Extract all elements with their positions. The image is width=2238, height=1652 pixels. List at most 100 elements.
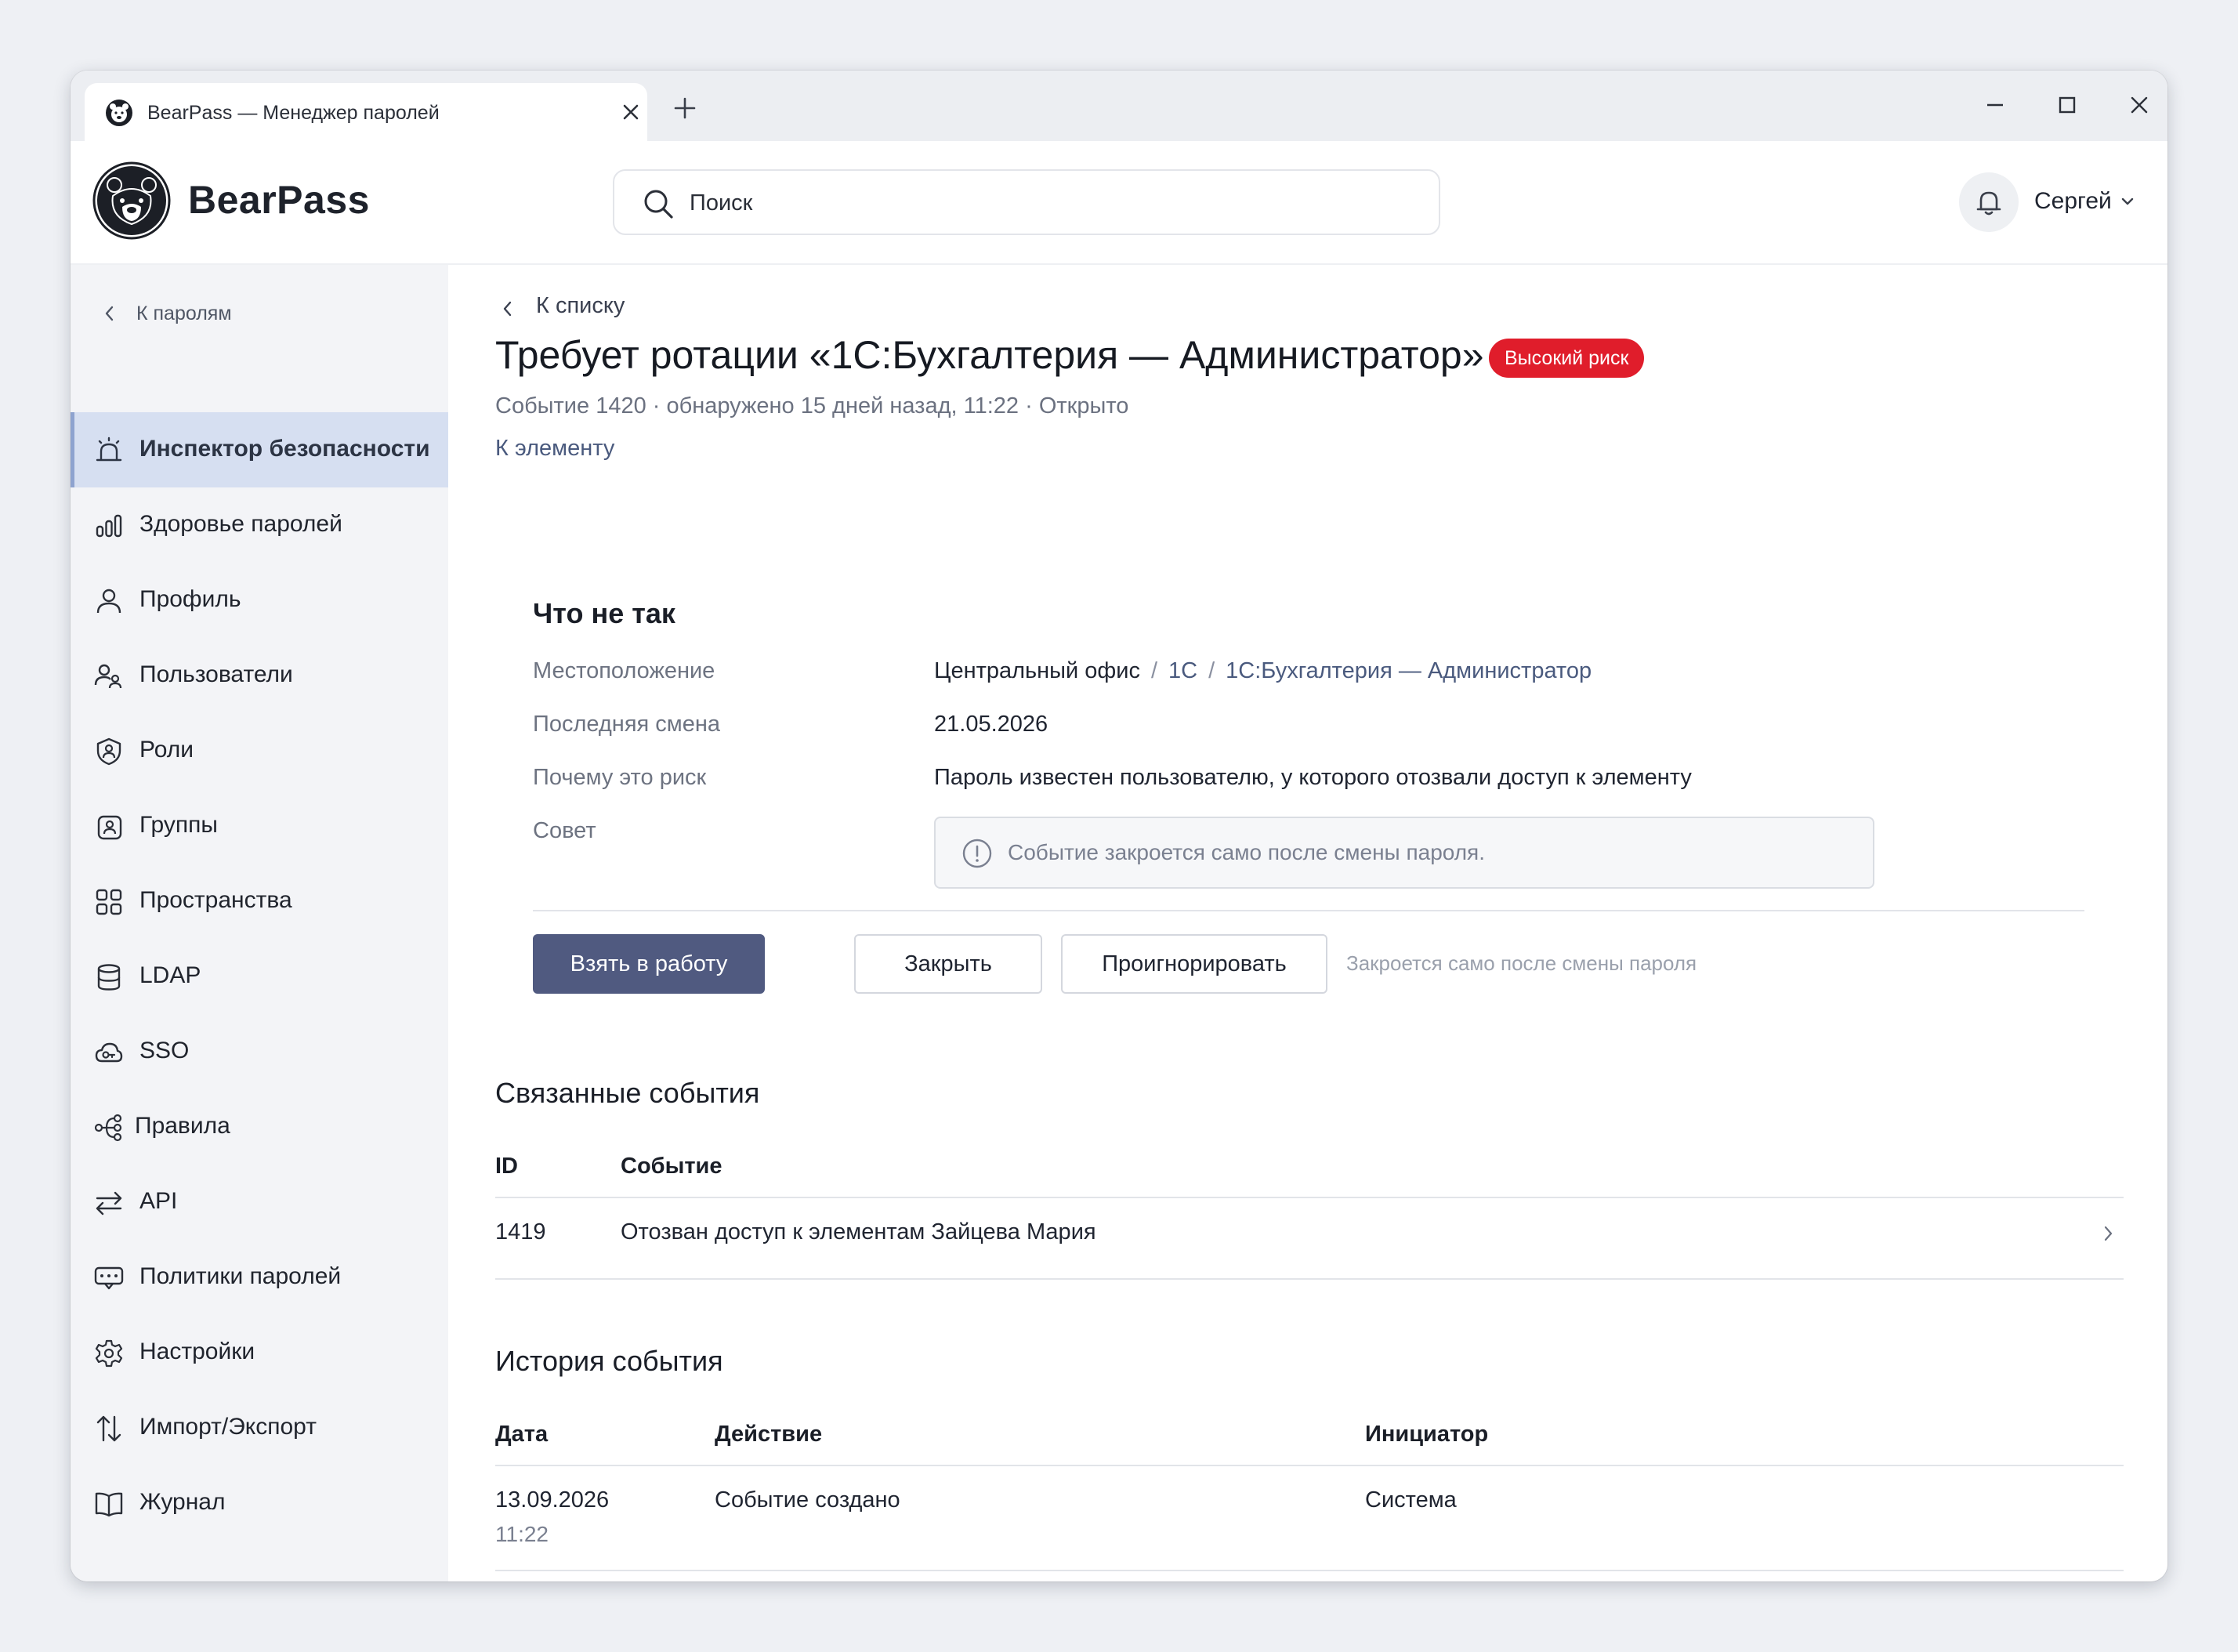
related-event-id: 1419 xyxy=(495,1219,546,1244)
page-title: Требует ротации «1С:Бухгалтерия — Админи… xyxy=(495,333,1484,377)
close-button[interactable]: Закрыть xyxy=(854,934,1042,994)
sidebar-item-journal[interactable]: Журнал xyxy=(71,1465,448,1541)
advice-text: Событие закроется само после смены парол… xyxy=(1008,840,1485,864)
minimize-icon[interactable] xyxy=(1972,82,2019,129)
sidebar-item-settings[interactable]: Настройки xyxy=(71,1315,448,1390)
event-history-heading: История события xyxy=(495,1345,723,1377)
sidebar-item-label: Здоровье паролей xyxy=(139,511,342,537)
new-tab-icon[interactable] xyxy=(671,94,699,122)
brand-name: BearPass xyxy=(188,178,370,222)
sidebar-item-spaces[interactable]: Пространства xyxy=(71,864,448,939)
table-header-divider xyxy=(495,1465,2124,1466)
issue-heading: Что не так xyxy=(533,597,675,629)
last-change-value: 21.05.2026 xyxy=(934,712,1048,737)
import-export-icon xyxy=(96,1415,121,1442)
group-icon xyxy=(97,815,122,840)
column-header-id: ID xyxy=(495,1154,518,1179)
why-risk-label: Почему это риск xyxy=(533,765,707,790)
sidebar-item-label: Пространства xyxy=(139,887,292,913)
maximize-icon[interactable] xyxy=(2044,82,2091,129)
notifications-button[interactable] xyxy=(1959,172,2019,232)
history-time: 11:22 xyxy=(495,1522,549,1546)
advice-label: Совет xyxy=(533,818,596,843)
sidebar-item-label: API xyxy=(139,1188,178,1214)
alarm-icon xyxy=(96,437,122,462)
sidebar-item-rules[interactable]: Правила xyxy=(71,1089,448,1165)
sidebar-item-api[interactable]: API xyxy=(71,1165,448,1240)
sidebar-item-roles[interactable]: Роли xyxy=(71,713,448,788)
sidebar-item-label: Роли xyxy=(139,737,194,763)
column-header-event: Событие xyxy=(621,1154,722,1179)
to-element-link[interactable]: К элементу xyxy=(495,436,614,462)
auto-close-hint: Закроется само после смены пароля xyxy=(1346,951,1697,975)
sidebar-item-label: Пользователи xyxy=(139,661,293,687)
sidebar-item-label: Настройки xyxy=(139,1339,255,1364)
bar-chart-icon xyxy=(96,514,122,538)
related-events-heading: Связанные события xyxy=(495,1077,760,1109)
search-icon xyxy=(644,190,673,219)
column-header-initiator: Инициатор xyxy=(1365,1422,1489,1447)
sidebar-item-import-export[interactable]: Импорт/Экспорт xyxy=(71,1390,448,1465)
sidebar-item-profile[interactable]: Профиль xyxy=(71,563,448,638)
chevron-left-icon xyxy=(503,301,512,317)
location-label: Местоположение xyxy=(533,658,715,683)
table-header-divider xyxy=(495,1197,2124,1198)
advice-box: Событие закроется само после смены парол… xyxy=(934,817,1874,889)
password-policy-icon xyxy=(94,1266,124,1290)
sidebar-item-password-policies[interactable]: Политики паролей xyxy=(71,1240,448,1315)
bear-logo-icon xyxy=(106,100,132,126)
search-box[interactable] xyxy=(613,169,1440,235)
ignore-button[interactable]: Проигнорировать xyxy=(1061,934,1327,994)
cloud-key-icon xyxy=(95,1042,123,1063)
sidebar-item-label: Правила xyxy=(135,1113,230,1139)
chevron-right-icon[interactable] xyxy=(2097,1223,2119,1244)
back-to-list-label: К списку xyxy=(536,293,625,318)
sidebar-item-users[interactable]: Пользователи xyxy=(71,638,448,713)
sidebar-item-password-health[interactable]: Здоровье паролей xyxy=(71,487,448,563)
location-folder-link[interactable]: 1С xyxy=(1168,658,1197,683)
sidebar-item-security-inspector[interactable]: Инспектор безопасности xyxy=(71,412,448,487)
tab-title: BearPass — Менеджер паролей xyxy=(147,102,440,124)
close-window-icon[interactable] xyxy=(2116,82,2163,129)
sidebar-item-label: Импорт/Экспорт xyxy=(139,1414,317,1440)
bell-icon xyxy=(1976,191,2001,216)
last-change-label: Последняя смена xyxy=(533,712,720,737)
bearpass-logo-icon[interactable] xyxy=(92,161,171,240)
info-circle-icon xyxy=(962,839,992,868)
column-header-date: Дата xyxy=(495,1422,549,1447)
sidebar-item-sso[interactable]: SSO xyxy=(71,1014,448,1089)
sidebar-item-label: Группы xyxy=(139,812,218,838)
location-root[interactable]: Центральный офис xyxy=(934,658,1140,683)
browser-tab[interactable]: BearPass — Менеджер паролей xyxy=(85,83,647,141)
sidebar-item-label: Журнал xyxy=(139,1489,226,1515)
book-icon xyxy=(95,1492,123,1517)
grid-icon xyxy=(96,889,122,915)
location-path: Центральный офис / 1С / 1С:Бухгалтерия — Адм… xyxy=(934,658,1592,684)
history-initiator: Система xyxy=(1365,1487,1457,1513)
chevron-down-icon[interactable] xyxy=(2117,191,2138,212)
related-event-title: Отозван доступ к элементам Зайцева Мария xyxy=(621,1219,1096,1244)
history-action: Событие создано xyxy=(715,1487,900,1513)
sidebar-item-label: Политики паролей xyxy=(139,1263,342,1289)
user-menu[interactable]: Сергей xyxy=(2034,188,2112,215)
why-risk-value: Пароль известен пользователю, у которого… xyxy=(934,765,1692,790)
path-separator: / xyxy=(1150,658,1158,683)
search-input[interactable] xyxy=(688,182,1396,224)
location-item-link[interactable]: 1С:Бухгалтерия — Администратор xyxy=(1226,658,1592,683)
tab-bar: BearPass — Менеджер паролей xyxy=(71,71,2167,141)
sidebar-item-ldap[interactable]: LDAP xyxy=(71,939,448,1014)
arrows-exchange-icon xyxy=(96,1191,122,1215)
risk-badge: Высокий риск xyxy=(1489,339,1645,378)
chevron-left-icon xyxy=(105,306,114,321)
take-in-work-button[interactable]: Взять в работу xyxy=(533,934,765,994)
history-date: 13.09.2026 xyxy=(495,1487,610,1513)
sidebar-item-label: SSO xyxy=(139,1038,190,1063)
gear-icon xyxy=(95,1339,123,1368)
sidebar-item-label: Профиль xyxy=(139,586,241,612)
close-tab-icon[interactable] xyxy=(617,99,644,125)
sidebar-item-groups[interactable]: Группы xyxy=(71,788,448,864)
sidebar: К паролям Инспектор безопасности Здоровь… xyxy=(71,265,448,1581)
event-meta: Событие 1420 · обнаружено 15 дней назад,… xyxy=(495,393,1129,418)
flow-icon xyxy=(94,1114,122,1142)
sidebar-item-label: LDAP xyxy=(139,962,201,988)
